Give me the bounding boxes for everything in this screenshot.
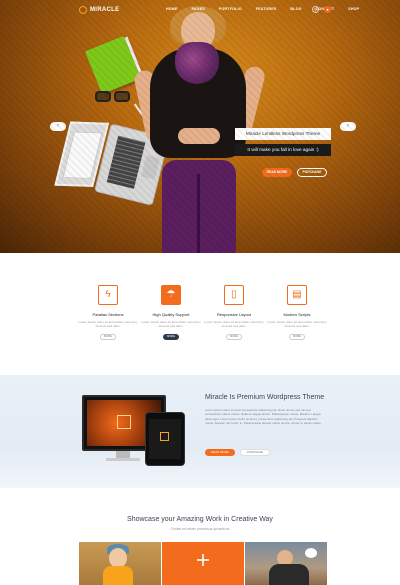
premium-title: Miracle Is Premium Wordpress Theme — [205, 394, 325, 401]
nav-item-blog[interactable]: BLOG — [290, 7, 301, 11]
nav-item-shop[interactable]: SHOP — [348, 7, 359, 11]
lightning-icon: ϟ — [98, 285, 118, 305]
feature-card: ▯ Responsive Layout Lorem ipsum dolor si… — [204, 285, 264, 341]
pen-image — [133, 103, 149, 123]
feature-card: ϟ Parallax Sections Lorem ipsum dolor si… — [78, 285, 138, 341]
hero-purchase-button[interactable]: PURCHASE — [297, 168, 327, 177]
hero-caption-title: Miracle Limitless Wordpress Theme — [235, 128, 331, 140]
hero-caption-subtitle: It will make you fall in love again :) — [235, 144, 331, 156]
hero-slider: MIRACLE HOME PAGES PORTFOLIO FEATURES BL… — [0, 0, 400, 253]
feature-title: Parallax Sections — [92, 312, 124, 317]
nav-item-features[interactable]: FEATURES — [256, 7, 277, 11]
laptop-image — [54, 114, 171, 209]
feature-text: Lorem ipsum dolor sit amet diam nonummy … — [141, 320, 201, 329]
tablet-image — [145, 412, 185, 466]
umbrella-icon: ☂ — [161, 285, 181, 305]
feature-title: Modern Scripts — [283, 312, 311, 317]
portfolio-item[interactable] — [79, 542, 161, 585]
feature-title: Responsive Layout — [216, 312, 252, 317]
premium-section: Miracle Is Premium Wordpress Theme Lorem… — [0, 375, 400, 488]
logo-icon — [79, 6, 87, 14]
nav-item-pages[interactable]: PAGES — [192, 7, 205, 11]
premium-purchase-button[interactable]: PURCHASE — [240, 449, 270, 456]
feature-text: Lorem ipsum dolor sit amet diam nonummy … — [204, 320, 264, 329]
logo-text: MIRACLE — [90, 7, 120, 13]
feature-card: ☂ High Quality Support Lorem ipsum dolor… — [141, 285, 201, 341]
feature-text: Lorem ipsum dolor sit amet diam nonummy … — [267, 320, 327, 329]
features-section: ϟ Parallax Sections Lorem ipsum dolor si… — [0, 253, 400, 375]
hero-read-more-button[interactable]: READ MORE — [262, 168, 292, 177]
slider-prev-button[interactable]: ‹ — [50, 122, 66, 131]
nav-item-portfolio[interactable]: PORTFOLIO — [219, 7, 242, 11]
cart-icon[interactable]: ▾ — [324, 6, 331, 13]
feature-title: High Quality Support — [152, 312, 190, 317]
book-icon: ▤ — [287, 285, 307, 305]
glasses-image — [93, 90, 133, 104]
premium-text: Lorem ipsum dolor sit amet consectetur a… — [205, 408, 322, 425]
showcase-title: Showcase your Amazing Work in Creative W… — [127, 516, 273, 523]
notebook-image — [84, 35, 142, 95]
feature-text: Lorem ipsum dolor sit amet diam nonummy … — [78, 320, 138, 329]
feature-card: ▤ Modern Scripts Lorem ipsum dolor sit a… — [267, 285, 327, 341]
tablet-icon: ▯ — [224, 285, 244, 305]
portfolio-item[interactable] — [245, 542, 327, 585]
nav-item-home[interactable]: HOME — [166, 7, 178, 11]
search-icon[interactable]: ⚲ — [312, 6, 319, 13]
portfolio-item[interactable] — [162, 542, 244, 585]
feature-more-button[interactable]: MORE — [163, 334, 179, 341]
monitor-foot — [106, 458, 140, 461]
plus-icon — [197, 554, 209, 566]
feature-more-button[interactable]: MORE — [226, 334, 242, 341]
slider-next-button[interactable]: › — [340, 122, 356, 131]
logo[interactable]: MIRACLE — [79, 6, 119, 14]
showcase-subtitle: Ceritas est etiam processus dynamicus — [170, 527, 230, 531]
showcase-section: Showcase your Amazing Work in Creative W… — [0, 488, 400, 585]
feature-more-button[interactable]: MORE — [289, 334, 305, 341]
premium-read-more-button[interactable]: READ MORE — [205, 449, 235, 456]
feature-more-button[interactable]: MORE — [100, 334, 116, 341]
hero-model-image — [132, 0, 267, 253]
main-menu: HOME PAGES PORTFOLIO FEATURES BLOG CONTA… — [166, 7, 373, 11]
top-navigation: MIRACLE HOME PAGES PORTFOLIO FEATURES BL… — [0, 5, 400, 17]
